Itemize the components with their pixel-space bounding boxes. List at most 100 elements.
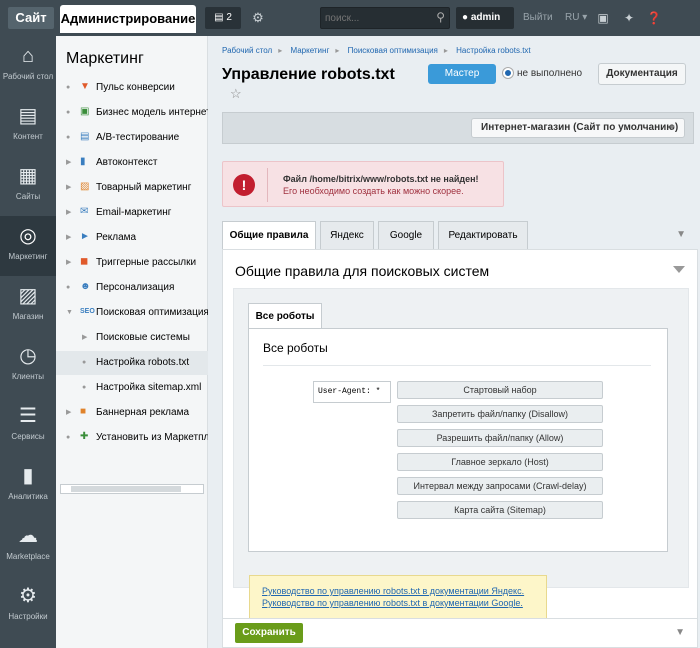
- user-agent-field[interactable]: User-Agent: *: [313, 381, 391, 403]
- chevron-down-icon: ▼: [668, 123, 676, 132]
- error-text: Его необходимо создать как можно скорее.: [283, 186, 464, 196]
- user-name: admin: [470, 12, 501, 23]
- breadcrumb-item[interactable]: Настройка robots.txt: [456, 46, 531, 55]
- chart-icon: ▮: [80, 156, 86, 167]
- tab-all-robots[interactable]: Все роботы: [248, 303, 322, 329]
- collapse-icon[interactable]: [673, 266, 685, 273]
- status-dot-icon: [503, 68, 513, 79]
- notifications-button[interactable]: ▤ 2: [205, 7, 241, 29]
- submenu-item-marketplace-install[interactable]: ●✚Установить из Маркетплейс: [56, 426, 208, 450]
- submenu-item-autocontext[interactable]: ▶ ▮ Автоконтекст: [56, 151, 208, 175]
- pin-icon[interactable]: ▼: [675, 627, 685, 638]
- host-button[interactable]: Главное зеркало (Host): [397, 453, 603, 471]
- breadcrumb-item[interactable]: Маркетинг: [290, 46, 329, 55]
- submenu-item-seo[interactable]: ▼ SEO Поисковая оптимизация: [56, 301, 208, 325]
- submenu-item-search-engines[interactable]: ▶ Поисковые системы: [56, 326, 208, 350]
- site-bar: Интернет-магазин (Сайт по умолчанию) ▼: [222, 112, 694, 144]
- yandex-docs-link[interactable]: Руководство по управлению robots.txt в д…: [262, 586, 524, 596]
- sitemap-button[interactable]: Карта сайта (Sitemap): [397, 501, 603, 519]
- trigger-icon: ◼: [80, 256, 89, 267]
- submenu-item-banners[interactable]: ▶ ■ Баннерная реклама: [56, 401, 208, 425]
- breadcrumb: Рабочий стол ▸ Маркетинг ▸ Поисковая оптим…: [222, 46, 531, 55]
- search-icon[interactable]: ⚲: [436, 10, 445, 24]
- allow-button[interactable]: Разрешить файл/папку (Allow): [397, 429, 603, 447]
- rules-panel: Общие правила для поисковых систем Все р…: [222, 249, 698, 648]
- home-icon: ⌂: [21, 45, 35, 67]
- submenu-item-email-marketing[interactable]: ▶ ✉ Email-маркетинг: [56, 201, 208, 225]
- menu-settings[interactable]: ⚙ Настройки: [0, 576, 56, 636]
- menu-content[interactable]: ▤ Контент: [0, 96, 56, 156]
- submenu-item-robots[interactable]: ● Настройка robots.txt: [56, 351, 208, 375]
- pin-icon[interactable]: ▼: [676, 229, 686, 240]
- cart-icon: ▨: [80, 181, 90, 192]
- robots-box-title: Все роботы: [263, 341, 328, 355]
- tab-bar: Общие правила Яндекс Google Редактироват…: [222, 221, 698, 251]
- robots-section: Все роботы Все роботы User-Agent: * Стар…: [233, 288, 689, 588]
- page-title: Управление robots.txt: [222, 66, 395, 83]
- error-divider: [267, 168, 268, 202]
- scroll-thumb[interactable]: [71, 486, 181, 492]
- document-icon: ▤: [18, 105, 38, 127]
- menu-marketplace[interactable]: ☁ Marketplace: [0, 516, 56, 576]
- save-button[interactable]: Сохранить: [235, 623, 303, 643]
- gear-icon: ⚙: [19, 585, 37, 607]
- left-menu: ⌂ Рабочий стол ▤ Контент ▦ Сайты ◎ Маркетинг…: [0, 36, 56, 648]
- tab-yandex[interactable]: Яндекс: [320, 221, 374, 249]
- settings-gear-icon[interactable]: ⚙: [248, 7, 268, 29]
- clock-icon: ◷: [19, 345, 37, 367]
- user-button[interactable]: ● admin: [456, 7, 514, 29]
- tab-edit[interactable]: Редактировать: [438, 221, 528, 249]
- menu-sites[interactable]: ▦ Сайты: [0, 156, 56, 216]
- site-select[interactable]: Интернет-магазин (Сайт по умолчанию) ▼: [471, 118, 685, 138]
- menu-analytics[interactable]: ▮ Аналитика: [0, 456, 56, 516]
- calendar-icon: ▦: [18, 165, 38, 187]
- tab-general[interactable]: Общие правила: [222, 221, 316, 251]
- menu-marketing[interactable]: ◎ Маркетинг: [0, 216, 56, 276]
- document-check-icon: ▣: [80, 106, 90, 117]
- submenu-item-sitemap[interactable]: ● Настройка sitemap.xml: [56, 376, 208, 400]
- submenu-item-business-model[interactable]: ●▣Бизнес модель интернет-магазина: [56, 101, 208, 125]
- tab-google[interactable]: Google: [378, 221, 434, 249]
- menu-clients[interactable]: ◷ Клиенты: [0, 336, 56, 396]
- person-icon: ☻: [80, 281, 91, 292]
- help-icon[interactable]: ❓: [645, 7, 663, 29]
- mail-icon: ✉: [80, 206, 89, 217]
- submenu-item-product-marketing[interactable]: ▶ ▨ Товарный маркетинг: [56, 176, 208, 200]
- disallow-button[interactable]: Запретить файл/папку (Disallow): [397, 405, 603, 423]
- footer-bar: Сохранить ▼: [222, 618, 698, 648]
- submenu-item-personalization[interactable]: ● ☻ Персонализация: [56, 276, 208, 300]
- window-icon[interactable]: ▣: [594, 7, 612, 29]
- submenu-item-trigger-mailings[interactable]: ▶ ◼ Триггерные рассылки: [56, 251, 208, 275]
- menu-services[interactable]: ☰ Сервисы: [0, 396, 56, 456]
- pin-icon[interactable]: ✦: [620, 7, 638, 29]
- menu-shop[interactable]: ▨ Магазин: [0, 276, 56, 336]
- breadcrumb-item[interactable]: Поисковая оптимизация: [348, 46, 438, 55]
- favorite-star-icon[interactable]: ☆: [230, 86, 242, 102]
- breadcrumb-item[interactable]: Рабочий стол: [222, 46, 272, 55]
- google-docs-link[interactable]: Руководство по управлению robots.txt в д…: [262, 598, 523, 608]
- docs-hint: Руководство по управлению robots.txt в д…: [249, 575, 547, 619]
- crawl-delay-button[interactable]: Интервал между запросами (Crawl-delay): [397, 477, 603, 495]
- plus-icon: ✚: [80, 431, 89, 442]
- robots-box: Все роботы User-Agent: * Стартовый набор…: [248, 328, 668, 552]
- cloud-icon: ☁: [18, 525, 38, 547]
- site-button[interactable]: Сайт: [8, 7, 54, 29]
- master-button[interactable]: Мастер: [428, 64, 496, 84]
- search-input[interactable]: [323, 9, 428, 27]
- submenu-item-ads[interactable]: ▶ ► Реклама: [56, 226, 208, 250]
- starter-set-button[interactable]: Стартовый набор: [397, 381, 603, 399]
- panel-title: Общие правила для поисковых систем: [235, 263, 490, 279]
- logout-link[interactable]: Выйти: [523, 7, 553, 29]
- user-icon: ●: [462, 12, 469, 23]
- banner-icon: ■: [80, 406, 87, 417]
- documentation-button[interactable]: Документация: [598, 63, 686, 85]
- submenu-item-ab-testing[interactable]: ● ▤ A/B-тестирование: [56, 126, 208, 150]
- menu-desktop[interactable]: ⌂ Рабочий стол: [0, 36, 56, 96]
- language-select[interactable]: RU ▾: [565, 7, 587, 29]
- submenu-scrollbar[interactable]: [60, 484, 204, 494]
- main-content: Рабочий стол ▸ Маркетинг ▸ Поисковая оптим…: [208, 36, 700, 648]
- admin-tab[interactable]: Администрирование: [60, 5, 196, 33]
- error-title: Файл /home/bitrix/www/robots.txt не найд…: [283, 174, 479, 184]
- submenu-item-conversion[interactable]: ● ▼ Пульс конверсии: [56, 76, 208, 100]
- seo-icon: SEO: [80, 308, 95, 315]
